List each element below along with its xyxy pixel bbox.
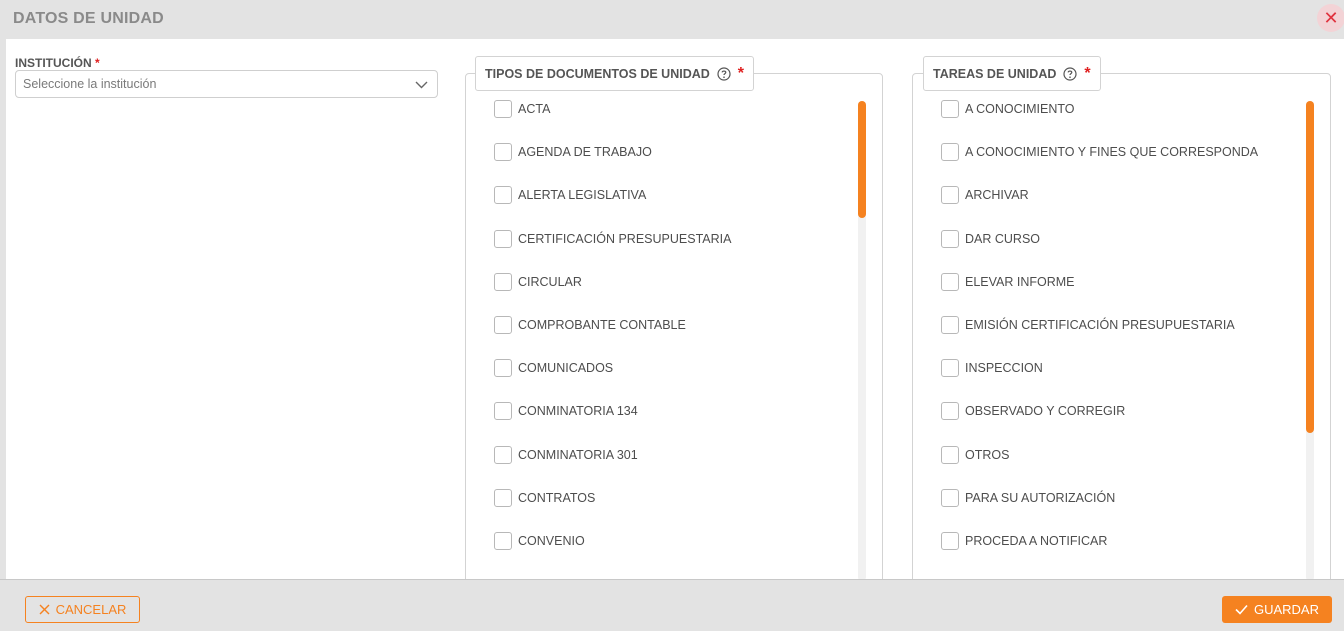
tarea-checkbox[interactable] <box>941 229 959 248</box>
tareas-scrollbar-thumb[interactable] <box>1306 101 1314 433</box>
check-icon <box>1235 604 1248 615</box>
chevron-down-icon <box>415 81 428 89</box>
tarea-list-item[interactable]: EMISIÓN CERTIFICACIÓN PRESUPUESTARIA <box>941 315 1235 335</box>
tarea-checkbox[interactable] <box>941 402 959 421</box>
tipo-documento-item-label: CERTIFICACIÓN PRESUPUESTARIA <box>518 231 732 246</box>
tarea-item-label: INSPECCION <box>965 361 1043 376</box>
help-circle-icon[interactable] <box>1063 66 1077 81</box>
tarea-list-item[interactable]: A CONOCIMIENTO Y FINES QUE CORRESPONDA <box>941 142 1258 162</box>
tipo-documento-item-label: COMUNICADOS <box>518 361 614 376</box>
tarea-item-label: DAR CURSO <box>965 231 1041 246</box>
tarea-item-label: OBSERVADO Y CORREGIR <box>965 404 1126 419</box>
tarea-item-label: A CONOCIMIENTO Y FINES QUE CORRESPONDA <box>965 145 1259 160</box>
tarea-checkbox[interactable] <box>941 359 959 378</box>
tipo-documento-checkbox[interactable] <box>494 488 512 507</box>
tipo-documento-item-label: ALERTA LEGISLATIVA <box>518 188 647 203</box>
tarea-list-item[interactable]: PARA SU AUTORIZACIÓN <box>941 488 1115 508</box>
unit-dialog: DATOS DE UNIDAD ✕ INSTITUCIÓN * Seleccio… <box>0 0 1344 631</box>
tipo-documento-list-item[interactable]: AGENDA DE TRABAJO <box>494 142 652 162</box>
tipo-documento-list-item[interactable]: COMUNICADOS <box>494 358 613 378</box>
tipo-documento-list-item[interactable]: CONVENIO <box>494 531 585 551</box>
required-mark: * <box>95 56 100 70</box>
institucion-label-text: INSTITUCIÓN <box>15 56 92 70</box>
tarea-checkbox[interactable] <box>941 100 959 118</box>
tareas-title: TAREAS DE UNIDAD <box>933 66 1057 81</box>
tipo-documento-checkbox[interactable] <box>494 229 512 248</box>
tarea-list-item[interactable]: PROCEDA A NOTIFICAR <box>941 531 1107 551</box>
tarea-checkbox[interactable] <box>941 445 959 464</box>
tipo-documento-list-item[interactable]: ACTA <box>494 99 550 119</box>
tipo-documento-checkbox[interactable] <box>494 272 512 291</box>
tarea-item-label: EMISIÓN CERTIFICACIÓN PRESUPUESTARIA <box>965 318 1235 332</box>
tarea-list-item[interactable]: DAR CURSO <box>941 229 1040 249</box>
tarea-list-item[interactable]: ARCHIVAR <box>941 185 1029 205</box>
tipo-documento-list-item[interactable]: CONTRATOS <box>494 488 595 508</box>
tarea-list-item[interactable]: INSPECCION <box>941 358 1043 378</box>
close-button[interactable]: ✕ <box>1317 4 1344 32</box>
tipos-documentos-legend: TIPOS DE DOCUMENTOS DE UNIDAD * <box>475 56 755 91</box>
tarea-item-label: PARA SU AUTORIZACIÓN <box>965 490 1116 505</box>
tipo-documento-checkbox[interactable] <box>494 316 512 334</box>
save-button[interactable]: GUARDAR <box>1222 596 1332 623</box>
tarea-list-item[interactable]: ELEVAR INFORME <box>941 272 1075 292</box>
tipo-documento-checkbox[interactable] <box>494 445 512 464</box>
tipo-documento-list-item[interactable]: CIRCULAR <box>494 272 582 292</box>
institucion-label: INSTITUCIÓN * <box>15 56 100 70</box>
institucion-select[interactable]: Seleccione la institución <box>15 70 438 98</box>
tarea-checkbox[interactable] <box>941 532 959 550</box>
tarea-checkbox[interactable] <box>941 143 959 162</box>
tipo-documento-checkbox[interactable] <box>494 402 512 421</box>
tipo-documento-checkbox[interactable] <box>494 359 512 378</box>
dialog-header: DATOS DE UNIDAD ✕ <box>0 0 1344 39</box>
tarea-item-label: A CONOCIMIENTO <box>965 102 1075 116</box>
tipo-documento-list-item[interactable]: CERTIFICACIÓN PRESUPUESTARIA <box>494 229 731 249</box>
dialog-footer: CANCELAR GUARDAR <box>0 579 1344 631</box>
close-icon <box>39 604 50 615</box>
cancel-label: CANCELAR <box>55 602 127 617</box>
tarea-item-label: ELEVAR INFORME <box>965 274 1075 289</box>
tipo-documento-item-label: AGENDA DE TRABAJO <box>518 145 652 160</box>
tipo-documento-list-item[interactable]: CONMINATORIA 134 <box>494 401 638 421</box>
tipo-documento-list-item[interactable]: COMPROBANTE CONTABLE <box>494 315 686 335</box>
tipo-documento-checkbox[interactable] <box>494 186 512 205</box>
save-label: GUARDAR <box>1253 602 1319 617</box>
tarea-checkbox[interactable] <box>941 272 959 291</box>
tareas-scrollbar[interactable] <box>1306 101 1314 579</box>
tipos-scrollbar-thumb[interactable] <box>858 101 866 218</box>
tipo-documento-item-label: COMPROBANTE CONTABLE <box>518 318 686 332</box>
tarea-checkbox[interactable] <box>941 316 959 334</box>
cancel-button[interactable]: CANCELAR <box>25 596 140 623</box>
tipo-documento-item-label: CONMINATORIA 301 <box>518 447 638 462</box>
help-circle-icon[interactable] <box>717 66 731 81</box>
tarea-checkbox[interactable] <box>941 488 959 507</box>
tipo-documento-item-label: CONTRATOS <box>518 490 596 505</box>
tipos-scrollbar[interactable] <box>858 101 866 579</box>
tarea-list-item[interactable]: A CONOCIMIENTO <box>941 99 1075 119</box>
dialog-body: INSTITUCIÓN * Seleccione la institución … <box>6 39 1344 579</box>
close-icon: ✕ <box>1323 8 1339 28</box>
tipo-documento-checkbox[interactable] <box>494 100 512 118</box>
tarea-item-label: OTROS <box>965 447 1010 462</box>
tarea-list-item[interactable]: OBSERVADO Y CORREGIR <box>941 401 1125 421</box>
tipo-documento-list-item[interactable]: CONMINATORIA 301 <box>494 445 638 465</box>
tipo-documento-item-label: CONVENIO <box>518 534 585 548</box>
required-mark: * <box>737 64 745 82</box>
tipo-documento-checkbox[interactable] <box>494 532 512 550</box>
tipo-documento-checkbox[interactable] <box>494 143 512 162</box>
tarea-list-item[interactable]: OTROS <box>941 445 1009 465</box>
tipo-documento-item-label: CONMINATORIA 134 <box>518 404 638 419</box>
tarea-item-label: ARCHIVAR <box>965 188 1029 203</box>
tarea-item-label: PROCEDA A NOTIFICAR <box>965 534 1108 548</box>
tarea-checkbox[interactable] <box>941 186 959 205</box>
required-mark: * <box>1084 64 1091 82</box>
dialog-title: DATOS DE UNIDAD <box>13 10 164 27</box>
tipos-documentos-title: TIPOS DE DOCUMENTOS DE UNIDAD <box>485 66 710 81</box>
tipo-documento-list-item[interactable]: ALERTA LEGISLATIVA <box>494 185 646 205</box>
tipo-documento-item-label: CIRCULAR <box>518 274 582 289</box>
tareas-legend: TAREAS DE UNIDAD * <box>923 56 1101 91</box>
tipo-documento-item-label: ACTA <box>518 102 551 116</box>
institucion-placeholder: Seleccione la institución <box>23 77 157 91</box>
